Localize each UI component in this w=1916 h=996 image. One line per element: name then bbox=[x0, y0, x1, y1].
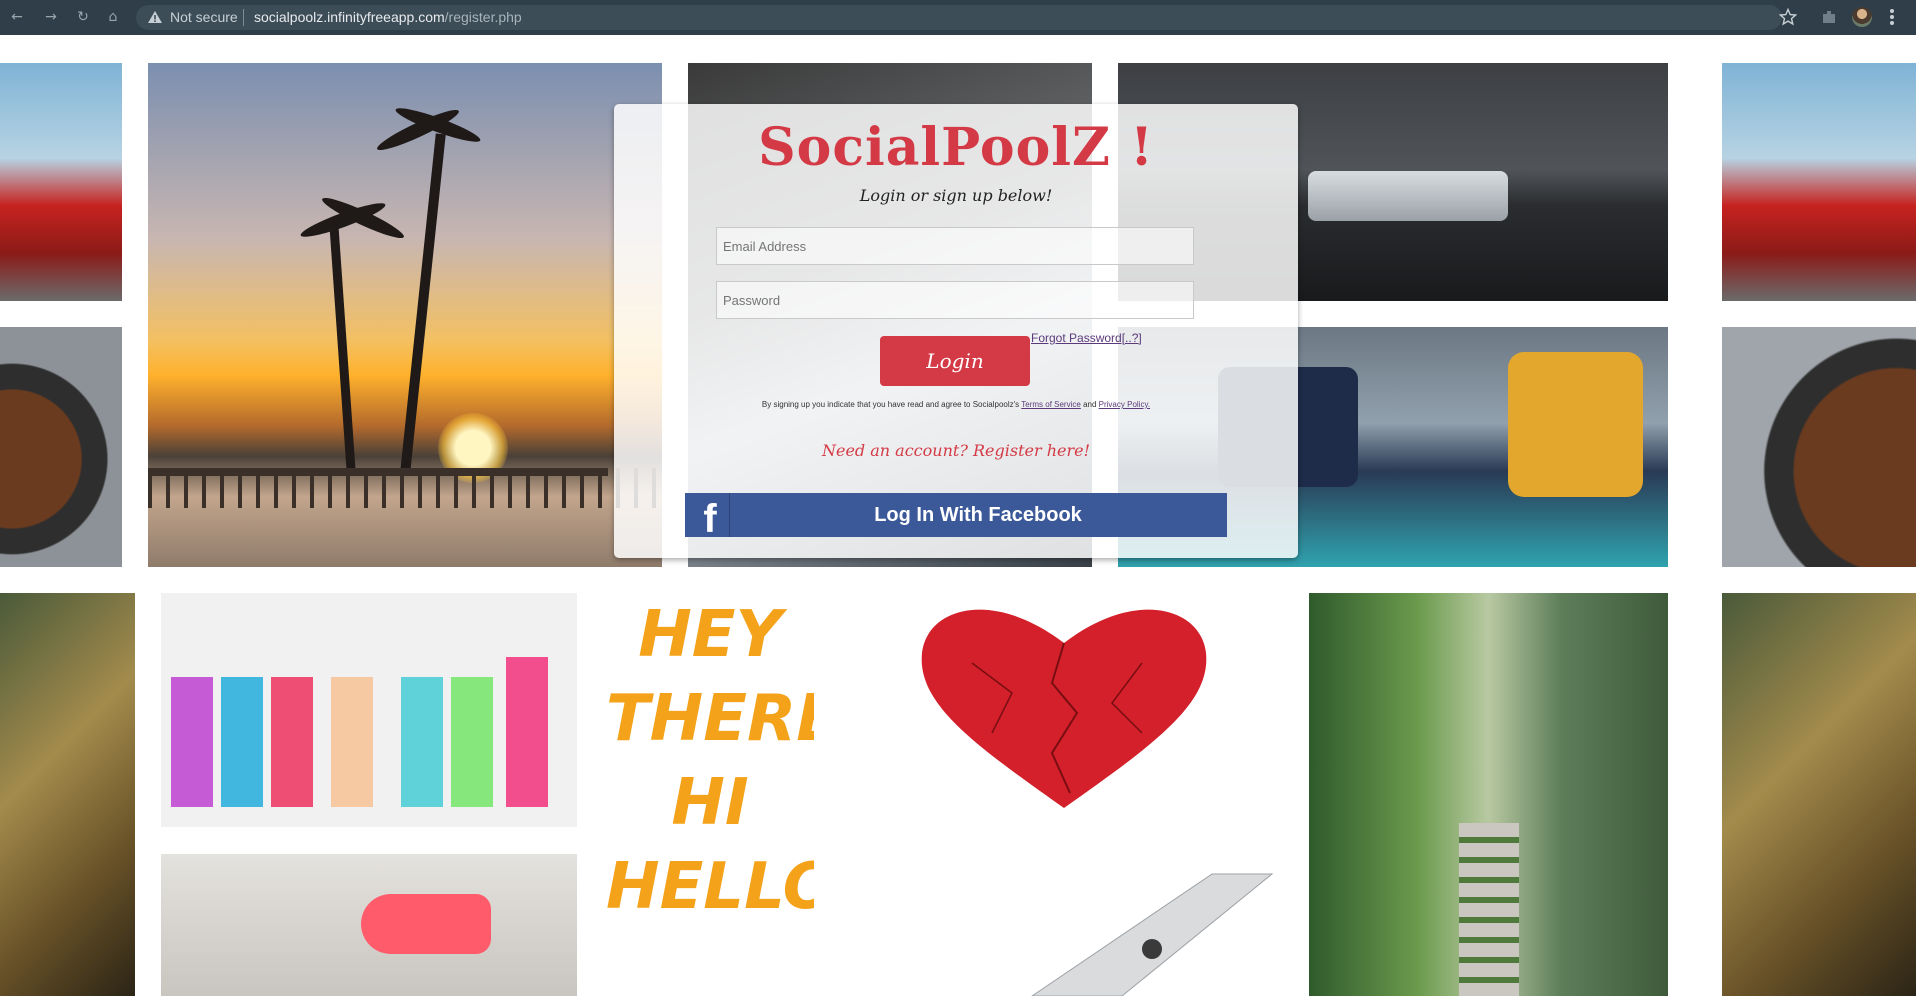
bag-shape bbox=[451, 677, 493, 807]
shoe-shape bbox=[361, 894, 491, 954]
stone-path-shape bbox=[1459, 823, 1519, 996]
bag-shape bbox=[506, 657, 548, 807]
image-tile-broken-heart bbox=[912, 593, 1216, 829]
image-tile-hey-there-hi-hello: HEY THERE HI HELLO bbox=[606, 593, 814, 996]
address-separator bbox=[243, 9, 244, 26]
hey-line: HI bbox=[671, 766, 749, 840]
facebook-login-button[interactable]: f Log In With Facebook bbox=[685, 493, 1227, 541]
terms-and-text: and bbox=[1083, 400, 1097, 409]
hey-line: HELLO bbox=[606, 850, 814, 924]
register-link[interactable]: Need an account? Register here! bbox=[614, 441, 1298, 460]
reload-icon[interactable]: ↻ bbox=[74, 8, 92, 26]
image-tile-running-shoes bbox=[161, 854, 577, 996]
password-field[interactable] bbox=[716, 281, 1194, 319]
site-logo[interactable]: SocialPoolZ ! bbox=[614, 117, 1298, 179]
bag-shape bbox=[331, 677, 373, 807]
image-tile-vintage-car bbox=[0, 63, 122, 301]
bag-shape bbox=[271, 677, 313, 807]
palm-trunk bbox=[400, 133, 446, 473]
forgot-password-link[interactable]: Forgot Password[..?] bbox=[1031, 331, 1142, 345]
image-tile-vintage-car bbox=[1722, 63, 1916, 301]
extension-icon[interactable] bbox=[1820, 8, 1838, 26]
palm-trunk bbox=[329, 222, 356, 474]
terms-of-service-link[interactable]: Terms of Service bbox=[1021, 400, 1081, 409]
hey-line: HEY bbox=[638, 598, 782, 672]
email-field[interactable] bbox=[716, 227, 1194, 265]
bag-shape bbox=[401, 677, 443, 807]
profile-avatar[interactable] bbox=[1852, 7, 1872, 27]
url-path: /register.php bbox=[444, 9, 522, 25]
url-host: socialpoolz.infinityfreeapp.com bbox=[254, 9, 445, 25]
browser-toolbar: ← → ↻ ⌂ Not secure socialpoolz.infinityf… bbox=[0, 0, 1916, 35]
bookmark-star-icon[interactable] bbox=[1779, 8, 1797, 26]
back-icon[interactable]: ← bbox=[8, 8, 26, 26]
bag-shape bbox=[171, 677, 213, 807]
sink-shape bbox=[1308, 171, 1508, 221]
forward-icon[interactable]: → bbox=[42, 8, 60, 26]
hey-line: THERE bbox=[606, 682, 814, 756]
privacy-policy-link[interactable]: Privacy Policy. bbox=[1099, 400, 1150, 409]
warning-icon bbox=[148, 11, 162, 23]
image-tile-garden-path bbox=[1309, 593, 1668, 996]
pier-shape bbox=[148, 468, 662, 508]
terms-notice: By signing up you indicate that you have… bbox=[714, 400, 1198, 410]
laptop-icon bbox=[1031, 873, 1274, 996]
image-tile-beach-sunset bbox=[148, 63, 662, 567]
url-text[interactable]: socialpoolz.infinityfreeapp.com/register… bbox=[254, 9, 522, 25]
home-icon[interactable]: ⌂ bbox=[104, 8, 122, 26]
security-label[interactable]: Not secure bbox=[170, 9, 238, 25]
image-tile-noodles bbox=[1722, 327, 1916, 567]
image-tile-laptop bbox=[912, 854, 1276, 996]
login-tagline: Login or sign up below! bbox=[859, 186, 1053, 205]
terms-text: By signing up you indicate that you have… bbox=[761, 400, 1020, 409]
bag-shape bbox=[221, 677, 263, 807]
image-tile-noodles bbox=[0, 327, 122, 567]
facebook-button-label: Log In With Facebook bbox=[874, 504, 1082, 526]
image-tile-painting bbox=[1722, 593, 1916, 996]
image-tile-painting bbox=[0, 593, 135, 996]
facebook-icon: f bbox=[703, 497, 717, 541]
login-card: SocialPoolZ ! Login or sign up below! Lo… bbox=[614, 104, 1298, 558]
browser-menu-icon[interactable] bbox=[1888, 7, 1896, 27]
armchair-shape bbox=[1508, 352, 1643, 497]
image-tile-shopping-bags bbox=[161, 593, 577, 827]
broken-heart-icon bbox=[921, 609, 1207, 808]
login-button[interactable]: Login bbox=[880, 336, 1030, 386]
